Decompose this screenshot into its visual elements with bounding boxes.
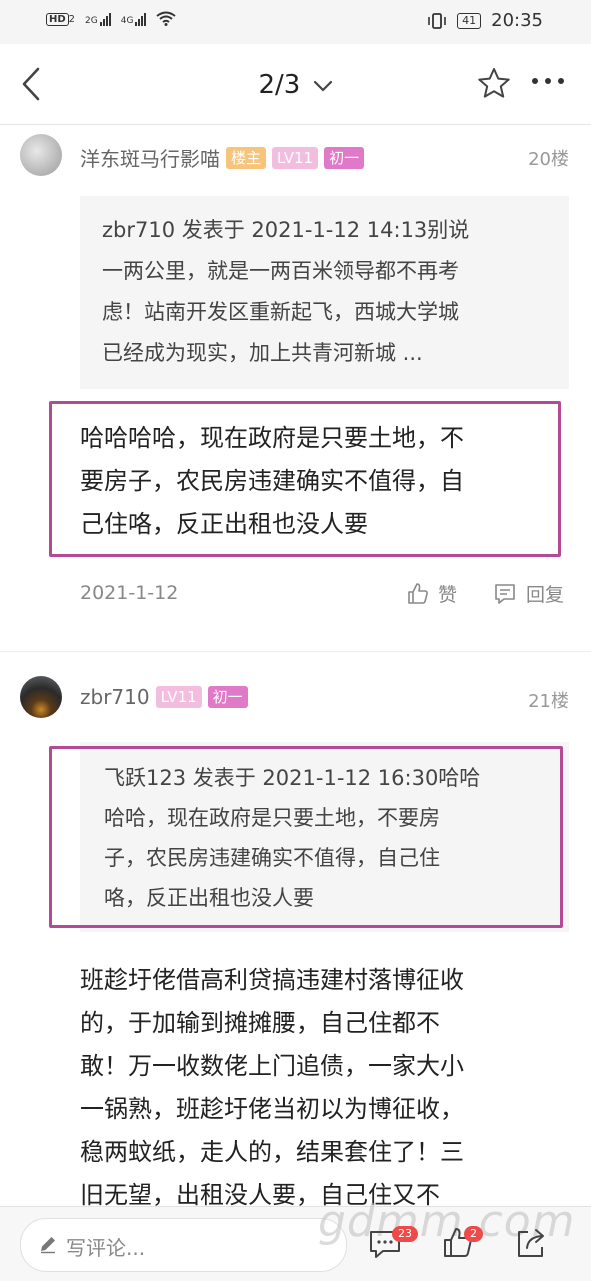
- star-icon[interactable]: [476, 66, 512, 102]
- quote-line: 虑！站南开发区重新起飞，西城大学城: [102, 300, 459, 324]
- status-left: HD 2 2G 4G: [46, 11, 177, 26]
- reply-icon: [495, 583, 515, 604]
- status-right: 41 20:35: [427, 10, 543, 31]
- signal-icon: [135, 12, 147, 26]
- avatar[interactable]: [20, 676, 62, 718]
- post-body: 哈哈哈哈，现在政府是只要土地，不 要房子，农民房违建确实不值得，自 己住咯，反正…: [80, 424, 464, 538]
- level-badge: LV11: [155, 686, 202, 708]
- quote-block[interactable]: zbr710 发表于 2021-1-12 14:13别说 一两公里，就是一两百米…: [80, 196, 569, 389]
- highlight-box: [49, 746, 563, 928]
- post-body: 班趁圩佬借高利贷搞违建村落博征收 的，于加输到摊摊腰，自己住都不 敢！万一收数佬…: [80, 966, 464, 1209]
- pencil-icon: [41, 1237, 55, 1254]
- clock: 20:35: [491, 10, 543, 31]
- level-badge: LV11: [272, 146, 319, 169]
- rank-badge: 初一: [324, 146, 365, 169]
- post-divider: [0, 651, 591, 652]
- floor-number: 21楼: [528, 691, 569, 712]
- host-badge: 楼主: [226, 146, 267, 169]
- like-button[interactable]: 赞: [406, 580, 457, 607]
- avatar[interactable]: [20, 134, 62, 176]
- network-type-1: 2G: [85, 15, 98, 26]
- username[interactable]: zbr710: [80, 685, 150, 709]
- username[interactable]: 洋东斑马行影喵: [80, 143, 220, 172]
- thumbs-up-icon: [408, 582, 428, 604]
- share-icon[interactable]: [514, 1226, 548, 1260]
- post-date: 2021-1-12: [80, 582, 179, 604]
- battery-icon: 41: [457, 12, 482, 29]
- chevron-down-icon[interactable]: [313, 79, 333, 93]
- wifi-icon: [156, 11, 177, 26]
- quote-line: 一两公里，就是一两百米领导都不再考: [102, 259, 459, 283]
- signal-icon: [99, 12, 111, 26]
- more-icon[interactable]: [532, 78, 564, 84]
- rank-badge: 初一: [207, 686, 248, 708]
- vibrate-icon: [428, 12, 446, 29]
- comment-count-badge: 23: [392, 1226, 418, 1242]
- comment-placeholder[interactable]: 写评论...: [66, 1232, 145, 1261]
- network-type-2: 4G: [120, 15, 134, 26]
- quote-line: 已经成为现实，加上共青河新城 ...: [102, 341, 423, 365]
- reply-button[interactable]: 回复: [492, 580, 564, 607]
- post-header: 洋东斑马行影喵 楼主 LV11 初一: [80, 143, 365, 172]
- quote-line: zbr710 发表于 2021-1-12 14:13别说: [102, 218, 470, 242]
- like-count-badge: 2: [464, 1226, 483, 1242]
- floor-number: 20楼: [528, 149, 569, 170]
- hd-indicator: HD: [46, 13, 69, 26]
- post-header: zbr710 LV11 初一: [80, 685, 248, 709]
